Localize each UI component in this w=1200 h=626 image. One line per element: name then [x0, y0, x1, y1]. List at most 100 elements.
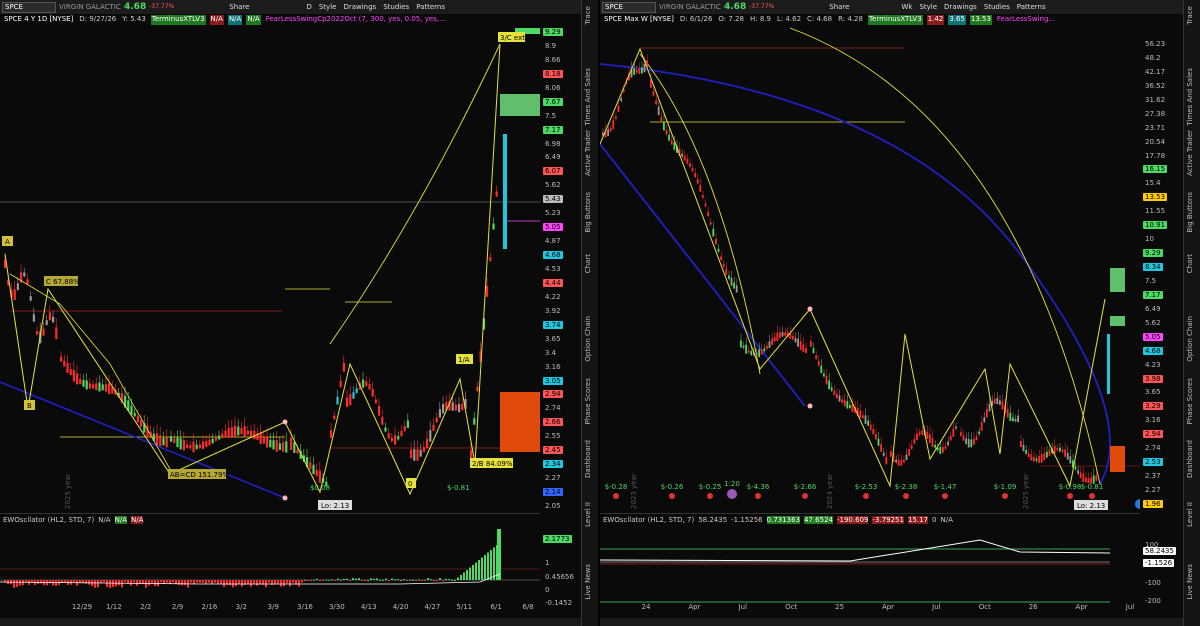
- osc-bar: [124, 580, 126, 583]
- candle: [195, 444, 198, 449]
- osc-bar: [283, 580, 285, 587]
- side-tab-trace[interactable]: Trace: [584, 6, 592, 25]
- candle: [1048, 449, 1051, 456]
- right-time-axis: 24 Apr Jul Oct 25 Apr Jul Oct 26 Apr Jul: [600, 603, 1140, 613]
- time-tick-label: Jul: [932, 603, 941, 611]
- candle: [707, 211, 709, 217]
- share-button[interactable]: Share: [227, 3, 251, 11]
- osc-bar: [343, 578, 345, 580]
- side-tab-big-buttons[interactable]: Big Buttons: [584, 192, 592, 233]
- side-tab-big-buttons[interactable]: Big Buttons: [1186, 192, 1194, 233]
- time-tick-label: 6/1: [490, 603, 502, 611]
- side-tab-chart[interactable]: Chart: [584, 254, 592, 273]
- style-button[interactable]: Style: [317, 3, 339, 11]
- side-tab-level-ii[interactable]: Level II: [584, 502, 592, 527]
- studies-button[interactable]: Studies: [982, 3, 1012, 11]
- candle: [897, 459, 900, 466]
- symbol-input[interactable]: SPCE: [602, 1, 656, 13]
- candle: [156, 433, 159, 446]
- osc-value: 0.731363: [766, 516, 801, 524]
- left-time-axis: 12/29 1/12 2/2 2/9 2/16 3/2 3/9 3/16 3/30 4/13 4/2…: [0, 603, 540, 613]
- side-tab-active-trader[interactable]: Active Trader: [1186, 130, 1194, 176]
- last-price: 4.68: [724, 2, 747, 12]
- price-tick-label: 3.98: [1143, 374, 1163, 383]
- earnings-marker: [707, 493, 713, 499]
- side-tab-times-and-sales[interactable]: Times And Sales: [584, 68, 592, 126]
- na-tag: N/A: [940, 516, 953, 524]
- osc-bar: [475, 562, 477, 580]
- candle: [825, 375, 828, 385]
- candle: [830, 387, 833, 391]
- period-button[interactable]: D: [304, 3, 313, 11]
- osc-bar: [301, 580, 303, 583]
- osc-bar: [40, 580, 42, 584]
- period-button[interactable]: Wk: [899, 3, 914, 11]
- candle: [869, 424, 872, 430]
- osc-value: 58.2435: [698, 516, 728, 524]
- osc-value: -3.79251: [872, 516, 904, 524]
- osc-bar: [247, 580, 249, 584]
- time-tick-label: 2/9: [171, 603, 184, 611]
- candle: [1046, 451, 1048, 458]
- side-tab-dashboard[interactable]: Dashboard: [1186, 440, 1194, 478]
- price-tick-label: 4.44: [543, 278, 563, 287]
- price-tick-label: 2.34: [543, 460, 563, 469]
- side-tab-chart[interactable]: Chart: [1186, 254, 1194, 273]
- price-tick-label: 3.05: [543, 376, 563, 385]
- candle: [76, 373, 79, 385]
- last-price: 4.68: [124, 2, 147, 12]
- osc-bar: [409, 579, 411, 581]
- candle: [1074, 466, 1077, 470]
- candle: [378, 406, 381, 416]
- style-button[interactable]: Style: [917, 3, 939, 11]
- candle: [725, 268, 728, 275]
- share-button[interactable]: Share: [827, 3, 851, 11]
- side-tab-trace[interactable]: Trace: [1186, 6, 1194, 25]
- price-tick-label: 27.38: [1145, 109, 1166, 118]
- left-price-plot[interactable]: A B C 67.88% AB=CD 151.79% 3/C ext 1/A 2/B 84.…: [0, 14, 540, 513]
- drawings-button[interactable]: Drawings: [341, 3, 378, 11]
- osc-bar: [316, 578, 318, 580]
- price-tick-label: 3.65: [1145, 388, 1161, 397]
- earnings-label: $-0.25: [699, 483, 722, 491]
- osc-bar: [454, 580, 456, 581]
- patterns-button[interactable]: Patterns: [414, 3, 447, 11]
- candle: [403, 426, 406, 432]
- candle: [895, 459, 897, 463]
- patterns-button[interactable]: Patterns: [1015, 3, 1048, 11]
- price-tick-label: 2.27: [1145, 486, 1161, 495]
- candle: [849, 405, 851, 408]
- candle: [670, 140, 673, 145]
- osc-bar: [328, 579, 330, 581]
- candle: [189, 445, 192, 449]
- candle: [394, 435, 397, 445]
- right-price-plot[interactable]: $-0.28 $-0.26 $-0.25 $-4.36 $-2.66 $-2.53 $-2.…: [600, 14, 1140, 513]
- side-tab-option-chain[interactable]: Option Chain: [584, 316, 592, 362]
- side-tab-option-chain[interactable]: Option Chain: [1186, 316, 1194, 362]
- candle: [885, 456, 888, 465]
- candle: [266, 436, 269, 448]
- side-tab-live-news[interactable]: Live News: [1186, 564, 1194, 599]
- side-tab-times-and-sales[interactable]: Times And Sales: [1186, 68, 1194, 126]
- osc-bar: [82, 580, 84, 583]
- candle: [779, 332, 781, 339]
- side-tab-level-ii[interactable]: Level II: [1186, 502, 1194, 527]
- candle: [781, 332, 784, 337]
- symbol-input[interactable]: SPCE: [2, 1, 56, 13]
- side-tab-live-news[interactable]: Live News: [584, 564, 592, 599]
- side-tab-phase-scores[interactable]: Phase Scores: [1186, 378, 1194, 424]
- studies-button[interactable]: Studies: [381, 3, 411, 11]
- side-tab-phase-scores[interactable]: Phase Scores: [584, 378, 592, 424]
- side-tab-active-trader[interactable]: Active Trader: [584, 130, 592, 176]
- harmonic-zigzag: [4, 43, 501, 496]
- drawings-button[interactable]: Drawings: [942, 3, 979, 11]
- osc-bar: [397, 579, 399, 581]
- osc-bar: [361, 580, 363, 581]
- side-tab-dashboard[interactable]: Dashboard: [584, 440, 592, 478]
- candle: [612, 120, 615, 130]
- osc-bar: [433, 580, 435, 581]
- earnings-marker: [669, 493, 675, 499]
- left-side-tabs: Trace Times And Sales Active Trader Big But…: [581, 0, 598, 626]
- osc-bar: [346, 578, 348, 580]
- time-tick-label: 3/16: [297, 603, 313, 611]
